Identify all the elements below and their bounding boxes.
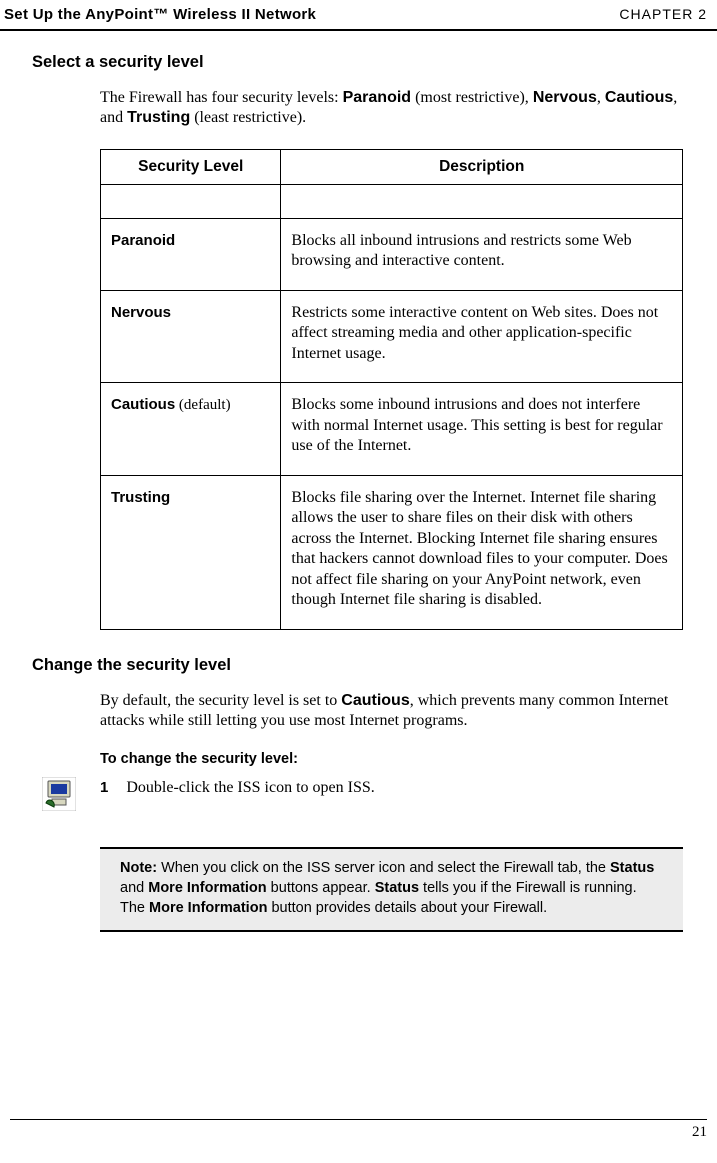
level-cell: Cautious (default) [101,383,281,475]
step-number: 1 [100,779,108,796]
step-row: 1 Double-click the ISS icon to open ISS. [42,779,683,811]
level-cell: Paranoid [101,218,281,290]
header-title: Set Up the AnyPoint™ Wireless II Network [4,6,316,23]
intro-paragraph: The Firewall has four security levels: P… [100,88,683,129]
table-row: Cautious (default) Blocks some inbound i… [101,383,683,475]
page-footer: 21 [10,1119,707,1141]
level-cell: Trusting [101,475,281,629]
table-row: Paranoid Blocks all inbound intrusions a… [101,218,683,290]
step-text: Double-click the ISS icon to open ISS. [126,779,374,797]
change-subheading: To change the security level: [100,751,683,767]
table-separator [101,184,683,218]
table-header-row: Security Level Description [101,149,683,184]
page-number: 21 [692,1124,707,1140]
iss-computer-icon [42,777,76,811]
desc-cell: Restricts some interactive content on We… [281,290,683,382]
running-header: Set Up the AnyPoint™ Wireless II Network… [0,0,717,31]
desc-cell: Blocks some inbound intrusions and does … [281,383,683,475]
desc-cell: Blocks all inbound intrusions and restri… [281,218,683,290]
table-header-level: Security Level [101,149,281,184]
note-box: Note: When you click on the ISS server i… [100,847,683,932]
note-label: Note: [120,860,161,876]
level-cell: Nervous [101,290,281,382]
section-heading-select: Select a security level [32,53,683,72]
desc-cell: Blocks file sharing over the Internet. I… [281,475,683,629]
page-content: Select a security level The Firewall has… [0,31,717,932]
table-header-desc: Description [281,149,683,184]
chapter-label: CHAPTER 2 [619,6,707,22]
change-intro: By default, the security level is set to… [100,691,683,732]
table-row: Nervous Restricts some interactive conte… [101,290,683,382]
security-level-table: Security Level Description Paranoid Bloc… [100,149,683,630]
table-row: Trusting Blocks file sharing over the In… [101,475,683,629]
section-heading-change: Change the security level [32,656,683,675]
